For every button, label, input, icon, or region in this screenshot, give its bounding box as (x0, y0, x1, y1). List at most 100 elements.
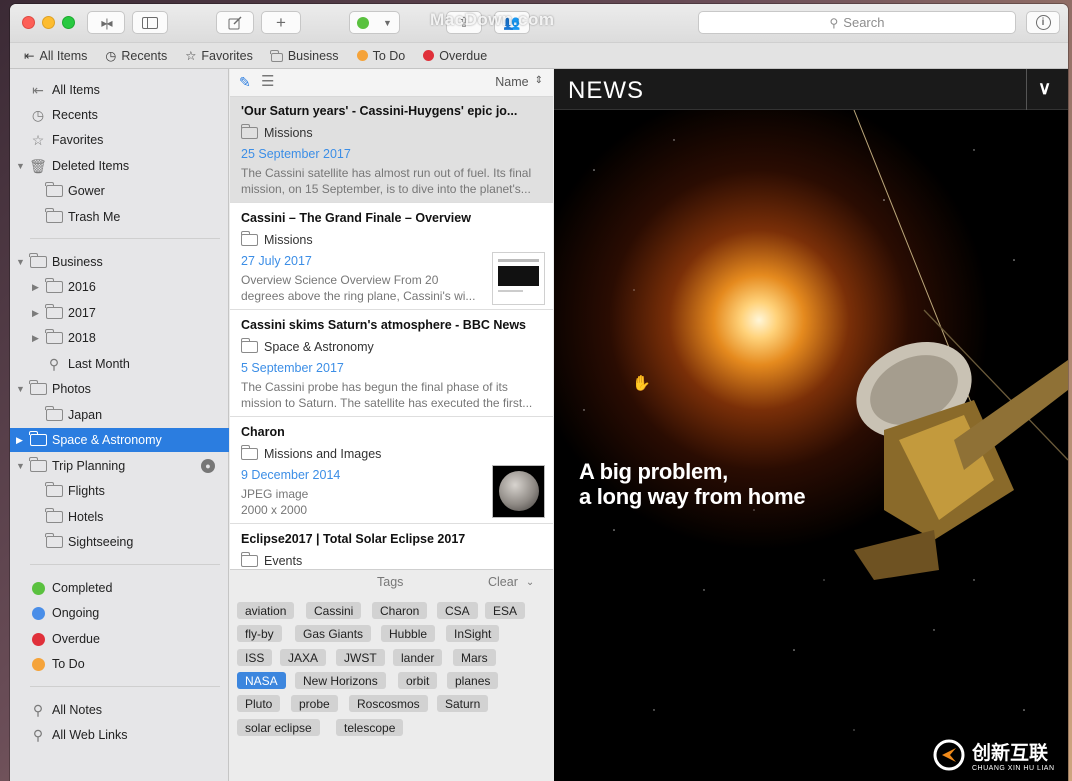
tag-chip[interactable]: solar eclipse (237, 719, 320, 736)
tag-chip[interactable]: telescope (336, 719, 404, 736)
new-note-button[interactable] (216, 11, 254, 34)
note-folder: Events (240, 552, 302, 568)
tag-chip[interactable]: ESA (485, 602, 526, 619)
clear-tags-button[interactable]: Clear ⌄ (488, 575, 534, 589)
tag-chip[interactable]: Pluto (237, 695, 281, 712)
sidebar-item-flights[interactable]: Flights (10, 479, 229, 503)
tag-chip[interactable]: JWST (336, 649, 385, 666)
tag-chip[interactable]: Saturn (437, 695, 489, 712)
orange-label-icon (356, 50, 368, 61)
note-folder: Missions (240, 231, 313, 247)
list-view-icon[interactable]: ☰ (261, 72, 274, 90)
favbar-recents[interactable]: ◷ Recents (105, 48, 167, 64)
tag-chip[interactable]: ISS (237, 649, 273, 666)
search-field[interactable]: ⚲ Search (698, 11, 1016, 34)
tag-chip[interactable]: lander (393, 649, 443, 666)
sidebar-item-last-month[interactable]: ⚲ Last Month (10, 352, 229, 376)
tag-chip[interactable]: New Horizons (295, 672, 386, 689)
disclosure-expanded-icon[interactable]: ▼ (16, 257, 25, 267)
disclosure-expanded-icon[interactable]: ▼ (16, 161, 25, 171)
toggle-layout-button[interactable] (132, 11, 168, 34)
sort-menu[interactable]: Name ⇕ (495, 75, 543, 89)
favbar-business[interactable]: Business (270, 49, 339, 63)
menu-chevron-icon[interactable]: ∨ (1038, 78, 1051, 99)
label-menu-button[interactable]: ▼ (349, 11, 400, 34)
sidebar-item-completed[interactable]: Completed (10, 576, 229, 600)
tag-chip[interactable]: Charon (372, 602, 428, 619)
zoom-window-button[interactable] (62, 16, 75, 29)
add-button[interactable]: + (261, 11, 301, 34)
pencil-icon[interactable]: ✎ (239, 74, 251, 91)
sidebar-item-space-astronomy[interactable]: ▶ Space & Astronomy (10, 428, 229, 452)
favbar-favorites[interactable]: ☆ Favorites (185, 48, 253, 64)
disclosure-expanded-icon[interactable]: ▼ (16, 384, 25, 394)
folder-icon (29, 431, 47, 448)
folder-icon (240, 231, 258, 246)
collapse-sidebar-button[interactable]: ▸|◂ (87, 11, 125, 34)
disclosure-expanded-icon[interactable]: ▼ (16, 461, 25, 471)
sidebar-item-photos[interactable]: ▼ Photos (10, 377, 229, 401)
watermark-en: CHUANG XIN HU LIAN (972, 765, 1055, 772)
disclosure-collapsed-icon[interactable]: ▶ (32, 308, 39, 319)
note-date: 9 December 2014 (241, 468, 341, 482)
sidebar-item-label: Sightseeing (68, 535, 134, 549)
note-folder-label: Missions and Images (264, 447, 382, 461)
note-list-item[interactable]: Cassini skims Saturn's atmosphere - BBC … (230, 311, 553, 417)
tag-chip[interactable]: InSight (446, 625, 500, 642)
tag-chip[interactable]: Roscosmos (349, 695, 428, 712)
sidebar-item-all-web-links[interactable]: ⚲ All Web Links (10, 723, 229, 747)
note-summary: The Cassini satellite has almost run out… (241, 166, 532, 196)
sidebar-item-all-notes[interactable]: ⚲ All Notes (10, 698, 229, 722)
favbar-label: To Do (372, 48, 406, 63)
sidebar-item-deleted-items[interactable]: ▼ 🗑 Deleted Items (10, 154, 229, 178)
tag-chip[interactable]: Hubble (381, 625, 436, 642)
sidebar-item-2017[interactable]: ▶ 2017 (10, 301, 229, 325)
sidebar-item-to-do[interactable]: To Do (10, 652, 229, 676)
tag-chip[interactable]: CSA (437, 602, 478, 619)
note-list-item[interactable]: Eclipse2017 | Total Solar Eclipse 2017 E… (230, 525, 553, 569)
sidebar-item-trash-me[interactable]: Trash Me (10, 205, 229, 229)
note-list-item[interactable]: 'Our Saturn years' - Cassini-Huygens' ep… (230, 97, 553, 203)
sidebar-item-hotels[interactable]: Hotels (10, 505, 229, 529)
note-list-item[interactable]: Cassini – The Grand Finale – Overview Mi… (230, 204, 553, 310)
sidebar-item-business[interactable]: ▼ Business (10, 250, 229, 274)
sidebar-item-overdue[interactable]: Overdue (10, 627, 229, 651)
tag-chip[interactable]: fly-by (237, 625, 282, 642)
tag-chip[interactable]: JAXA (280, 649, 327, 666)
clock-icon: ◷ (31, 106, 45, 123)
sidebar-item-favorites[interactable]: ☆ Favorites (10, 128, 229, 152)
red-label-icon (423, 50, 435, 61)
disclosure-collapsed-icon[interactable]: ▶ (16, 435, 23, 446)
sidebar-item-ongoing[interactable]: Ongoing (10, 601, 229, 625)
watermark-cn: 创新互联 (972, 743, 1049, 764)
note-list-item[interactable]: Charon Missions and Images 9 December 20… (230, 418, 553, 524)
tag-chip-selected[interactable]: NASA (237, 672, 286, 689)
close-window-button[interactable] (22, 16, 35, 29)
sidebar-item-recents[interactable]: ◷ Recents (10, 103, 229, 127)
all-items-icon: ⇤ (32, 81, 44, 98)
tag-chip[interactable]: Gas Giants (295, 625, 372, 642)
note-summary: Overview Science Overview From 20 degree… (241, 273, 476, 303)
sidebar-item-2018[interactable]: ▶ 2018 (10, 326, 229, 350)
favbar-to-do[interactable]: To Do (356, 48, 406, 63)
sidebar-item-gower[interactable]: Gower (10, 179, 229, 203)
favbar-overdue[interactable]: Overdue (423, 49, 487, 63)
disclosure-collapsed-icon[interactable]: ▶ (32, 282, 39, 293)
sidebar-item-japan[interactable]: Japan (10, 403, 229, 427)
tag-chip[interactable]: Cassini (306, 602, 362, 619)
sidebar-item-sightseeing[interactable]: Sightseeing (10, 530, 229, 554)
tag-chip[interactable]: Mars (453, 649, 496, 666)
minimize-window-button[interactable] (42, 16, 55, 29)
sidebar-item-label: Recents (52, 108, 98, 122)
sidebar-item-trip-planning[interactable]: ▼ Trip Planning ● (10, 454, 229, 478)
tag-chip[interactable]: planes (447, 672, 499, 689)
chevron-down-icon: ⌄ (525, 577, 535, 588)
favbar-all-items[interactable]: ⇤ All Items (24, 48, 87, 64)
info-button[interactable]: i (1026, 11, 1060, 34)
tag-chip[interactable]: probe (291, 695, 338, 712)
disclosure-collapsed-icon[interactable]: ▶ (32, 333, 39, 344)
tag-chip[interactable]: orbit (398, 672, 438, 689)
tag-chip[interactable]: aviation (237, 602, 295, 619)
sidebar-item-all-items[interactable]: ⇤ All Items (10, 78, 229, 102)
sidebar-item-2016[interactable]: ▶ 2016 (10, 275, 229, 299)
